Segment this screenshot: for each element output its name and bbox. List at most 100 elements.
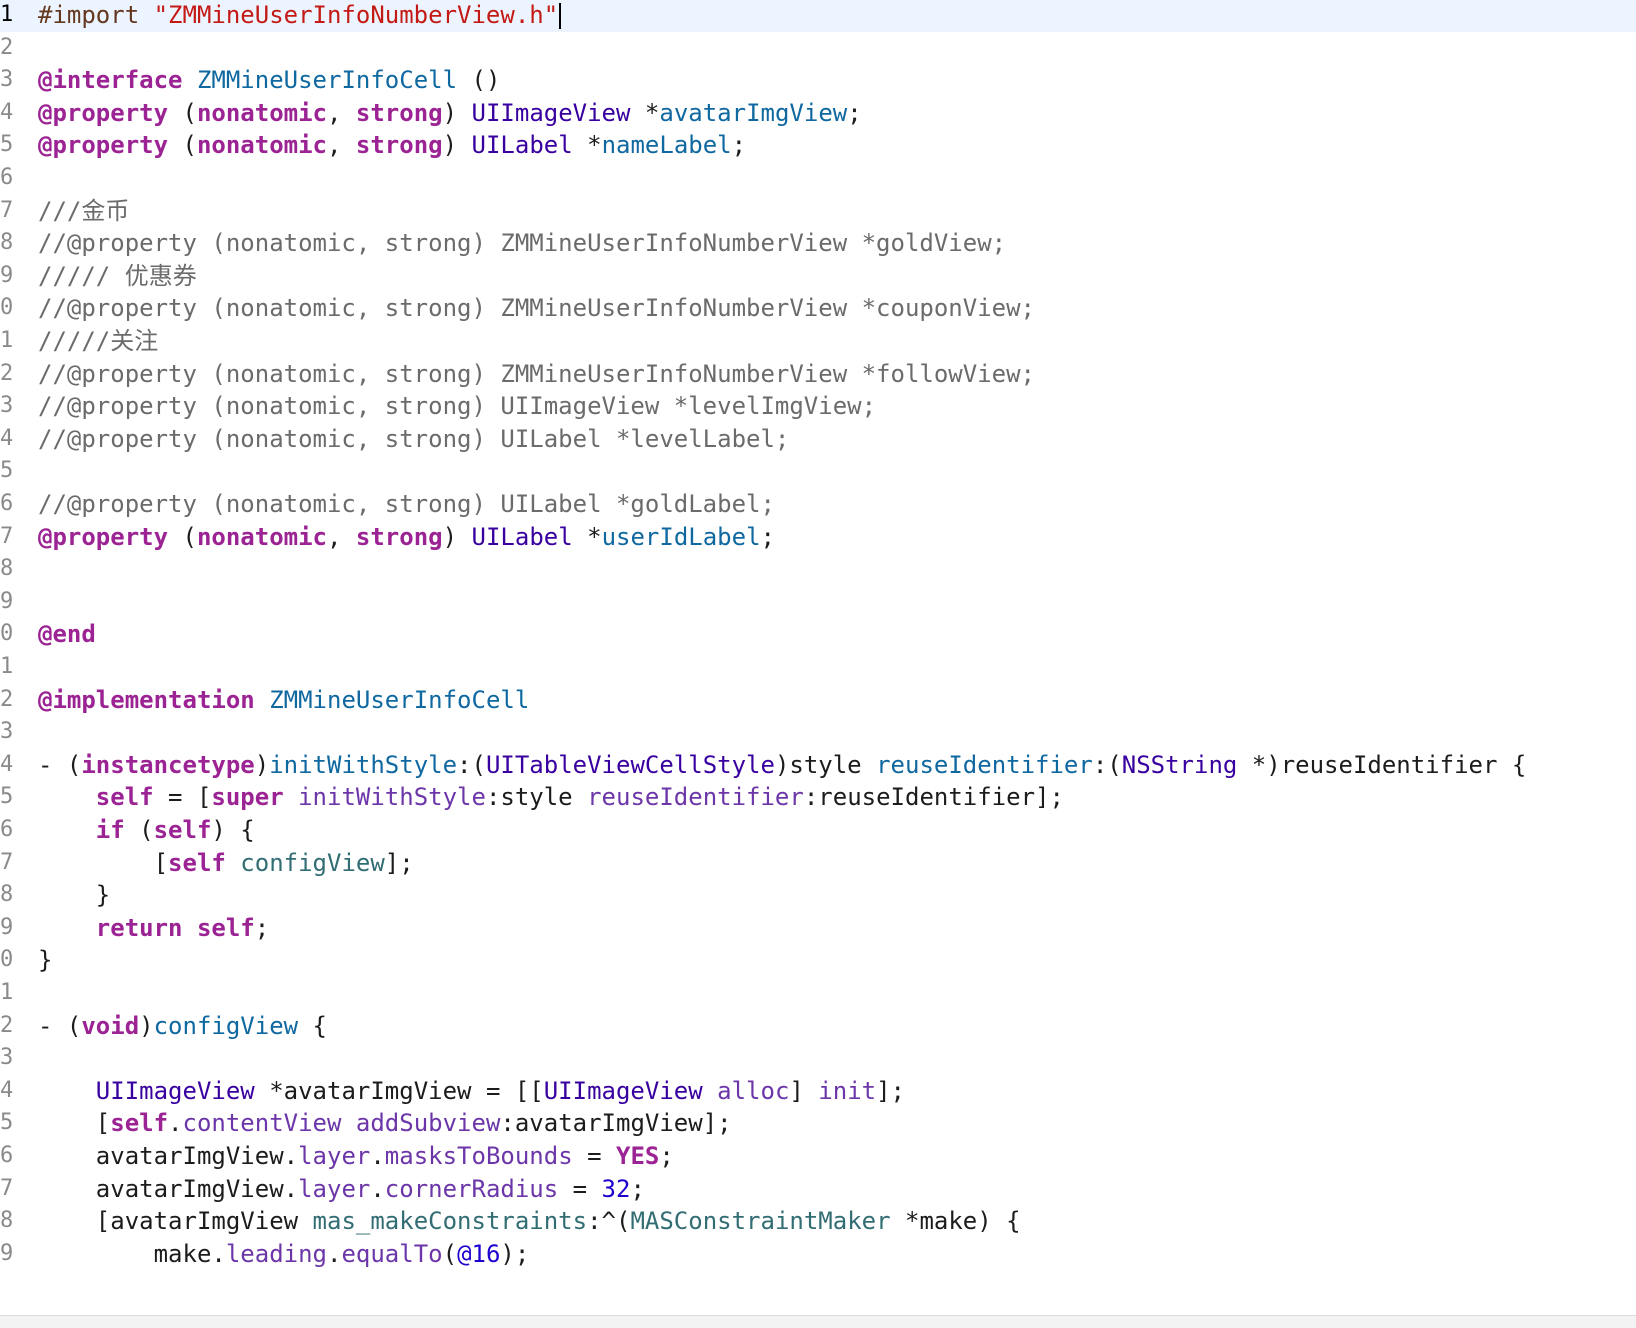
code-line[interactable]: 6 //@property (nonatomic, strong) UILabel…: [0, 487, 1636, 521]
line-number: 4: [0, 751, 14, 777]
code-text[interactable]: @interface ZMMineUserInfoCell (): [38, 63, 500, 97]
code-line[interactable]: 3 //@property (nonatomic, strong) UIImage…: [0, 389, 1636, 423]
code-line[interactable]: 3: [0, 715, 1636, 749]
code-text[interactable]: //@property (nonatomic, strong) ZMMineUs…: [38, 226, 1006, 260]
code-text[interactable]: }: [38, 878, 110, 912]
code-text[interactable]: ///// 优惠券: [38, 259, 197, 293]
code-line[interactable]: 8: [0, 552, 1636, 586]
code-text[interactable]: #import "ZMMineUserInfoNumberView.h": [38, 0, 562, 32]
code-line[interactable]: 0 //@property (nonatomic, strong) ZMMineU…: [0, 291, 1636, 325]
code-token: :avatarImgView];: [500, 1109, 732, 1138]
code-text[interactable]: avatarImgView.layer.masksToBounds = YES;: [38, 1139, 674, 1173]
code-text[interactable]: //@property (nonatomic, strong) UILabel …: [38, 422, 789, 456]
code-line[interactable]: 4 //@property (nonatomic, strong) UILabel…: [0, 422, 1636, 456]
code-line[interactable]: 1: [0, 650, 1636, 684]
code-line[interactable]: 8 //@property (nonatomic, strong) ZMMineU…: [0, 226, 1636, 260]
line-number: 7: [0, 1175, 14, 1201]
code-token: configView: [153, 1011, 299, 1040]
code-token: layer: [298, 1174, 371, 1203]
line-number: 6: [0, 165, 14, 190]
code-line[interactable]: 1 /////关注: [0, 324, 1636, 358]
code-line[interactable]: 4 UIImageView *avatarImgView = [[UIImage…: [0, 1074, 1636, 1108]
code-line[interactable]: 5 @property (nonatomic, strong) UILabel *…: [0, 128, 1636, 162]
code-line[interactable]: 1 #import "ZMMineUserInfoNumberView.h": [0, 0, 1636, 32]
code-line[interactable]: 6: [0, 161, 1636, 195]
code-token: (): [457, 66, 501, 95]
code-token: /////关注: [38, 327, 159, 355]
code-text[interactable]: [self.contentView addSubview:avatarImgVi…: [38, 1106, 732, 1140]
code-line[interactable]: 4 - (instancetype)initWithStyle:(UITableV…: [0, 748, 1636, 782]
code-token: )style: [774, 750, 877, 779]
code-line[interactable]: 6 if (self) {: [0, 813, 1636, 847]
code-line[interactable]: 2: [0, 31, 1636, 65]
code-line[interactable]: 8 }: [0, 878, 1636, 912]
code-line[interactable]: 5 [self.contentView addSubview:avatarImg…: [0, 1106, 1636, 1140]
line-number: 7: [0, 197, 14, 223]
code-token: [: [38, 848, 169, 877]
code-text[interactable]: //@property (nonatomic, strong) UILabel …: [38, 487, 775, 521]
line-number: 1: [0, 654, 14, 679]
code-token: :(: [457, 750, 486, 779]
code-text[interactable]: @end: [38, 617, 96, 651]
code-line[interactable]: 0}: [0, 943, 1636, 977]
code-text[interactable]: [self configView];: [38, 846, 414, 880]
code-text[interactable]: //@property (nonatomic, strong) ZMMineUs…: [38, 357, 1035, 391]
code-token: UITableViewCellStyle: [485, 750, 775, 779]
horizontal-scrollbar[interactable]: [0, 1315, 1636, 1328]
code-text[interactable]: //@property (nonatomic, strong) ZMMineUs…: [38, 291, 1035, 325]
code-token: *: [572, 522, 602, 551]
line-number: 0: [0, 295, 14, 321]
code-line[interactable]: 1: [0, 976, 1636, 1010]
code-token: strong: [355, 98, 443, 127]
code-text[interactable]: return self;: [38, 911, 269, 945]
code-token: userIdLabel: [601, 522, 761, 551]
code-text[interactable]: - (void)configView {: [38, 1009, 327, 1043]
code-line[interactable]: 2 @implementation ZMMineUserInfoCell: [0, 683, 1636, 717]
code-line[interactable]: 2 - (void)configView {: [0, 1009, 1636, 1043]
code-line[interactable]: 3 @interface ZMMineUserInfoCell (): [0, 63, 1636, 97]
code-line[interactable]: 7 [self configView];: [0, 846, 1636, 880]
code-text[interactable]: make.leading.equalTo(@16);: [38, 1237, 530, 1271]
code-line[interactable]: 2 //@property (nonatomic, strong) ZMMineU…: [0, 357, 1636, 391]
code-line[interactable]: 8 [avatarImgView mas_makeConstraints:^(M…: [0, 1204, 1636, 1238]
code-text[interactable]: /////关注: [38, 324, 158, 358]
code-token: instancetype: [81, 750, 255, 779]
code-text[interactable]: @property (nonatomic, strong) UIImageVie…: [38, 96, 862, 130]
code-token: );: [500, 1239, 530, 1268]
code-line[interactable]: 3: [0, 1041, 1636, 1075]
code-editor[interactable]: 1 #import "ZMMineUserInfoNumberView.h" 2 3 @…: [0, 0, 1636, 1328]
code-text[interactable]: UIImageView *avatarImgView = [[UIImageVi…: [38, 1074, 905, 1108]
code-line[interactable]: 7 avatarImgView.layer.cornerRadius = 32;: [0, 1172, 1636, 1206]
code-line[interactable]: 7 @property (nonatomic, strong) UILabel *…: [0, 520, 1636, 554]
code-line[interactable]: 9: [0, 585, 1636, 619]
code-line[interactable]: 7 ///金币: [0, 194, 1636, 228]
code-text[interactable]: [avatarImgView mas_makeConstraints:^(MAS…: [38, 1204, 1021, 1238]
code-text[interactable]: @property (nonatomic, strong) UILabel *n…: [38, 128, 746, 162]
code-text[interactable]: self = [super initWithStyle:style reuseI…: [38, 780, 1064, 814]
code-line[interactable]: 9 make.leading.equalTo(@16);: [0, 1237, 1636, 1271]
code-text[interactable]: ///金币: [38, 194, 129, 228]
code-line[interactable]: 5 self = [super initWithStyle:style reus…: [0, 780, 1636, 814]
code-text[interactable]: avatarImgView.layer.cornerRadius = 32;: [38, 1172, 645, 1206]
code-text[interactable]: if (self) {: [38, 813, 255, 847]
code-line[interactable]: 6 avatarImgView.layer.masksToBounds = YE…: [0, 1139, 1636, 1173]
code-line[interactable]: 9 return self;: [0, 911, 1636, 945]
code-token: equalTo: [341, 1239, 443, 1268]
code-text[interactable]: //@property (nonatomic, strong) UIImageV…: [38, 389, 876, 423]
code-line[interactable]: 4 @property (nonatomic, strong) UIImageVi…: [0, 96, 1636, 130]
code-token: =: [558, 1174, 602, 1203]
line-number: 4: [0, 425, 14, 451]
code-line[interactable]: 5: [0, 454, 1636, 488]
code-text[interactable]: @implementation ZMMineUserInfoCell: [38, 683, 529, 717]
code-token: init: [818, 1076, 877, 1105]
code-token: (: [442, 1239, 458, 1268]
code-text[interactable]: - (instancetype)initWithStyle:(UITableVi…: [38, 748, 1526, 782]
code-token: ;: [731, 131, 747, 160]
code-line[interactable]: 0 @end: [0, 617, 1636, 651]
code-token: *)reuseIdentifier {: [1237, 750, 1527, 779]
code-text[interactable]: }: [38, 943, 52, 977]
code-text[interactable]: @property (nonatomic, strong) UILabel *u…: [38, 520, 775, 554]
code-line[interactable]: 9 ///// 优惠券: [0, 259, 1636, 293]
line-number: 7: [0, 849, 14, 875]
line-number: 9: [0, 1240, 14, 1266]
